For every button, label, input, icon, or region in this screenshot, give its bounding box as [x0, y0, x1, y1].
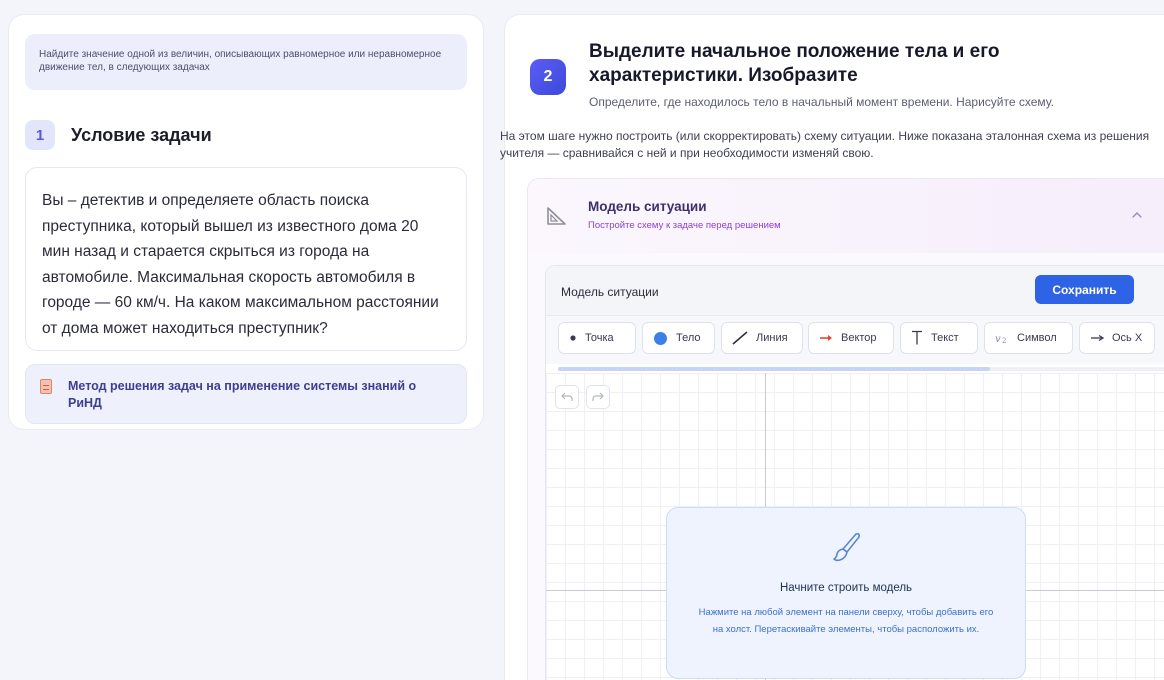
task-panel: Найдите значение одной из величин, описы… — [8, 14, 484, 430]
vector-arrow-icon — [819, 334, 833, 342]
brush-icon — [833, 533, 860, 562]
tool-line-label: Линия — [756, 332, 788, 344]
method-link[interactable]: Метод решения задач на применение систем… — [25, 364, 467, 424]
svg-text:2: 2 — [1002, 337, 1006, 344]
undo-icon — [561, 392, 573, 401]
circle-body-icon — [653, 331, 668, 346]
tool-axis-x[interactable]: Ось X — [1079, 322, 1155, 354]
situation-model-card: Модель ситуации Постройте схему к задаче… — [527, 178, 1164, 680]
situation-model-title: Модель ситуации — [588, 199, 707, 214]
model-editor: Модель ситуации Сохранить Точка Тело Лин… — [545, 265, 1164, 680]
problem-text: Вы – детектив и определяете область поис… — [25, 167, 467, 351]
tool-symbol[interactable]: v2 Символ — [984, 322, 1073, 354]
tool-palette: Точка Тело Линия Вектор Текст v 2 Символ… — [546, 316, 1164, 364]
tool-vector-label: Вектор — [841, 332, 877, 344]
tool-vector[interactable]: Вектор — [808, 322, 894, 354]
situation-model-subtitle: Постройте схему к задаче перед решением — [588, 220, 781, 231]
step-1-title: Условие задачи — [71, 124, 212, 145]
step-1-number: 1 — [25, 120, 55, 150]
step-2-description: На этом шаге нужно построить (или скорре… — [500, 129, 1150, 160]
step-1-header: 1 Условие задачи — [25, 120, 212, 150]
tool-line[interactable]: Линия — [721, 322, 803, 354]
tool-symbol-label: Символ — [1017, 332, 1057, 344]
editor-title: Модель ситуации — [561, 285, 659, 299]
tool-point[interactable]: Точка — [558, 322, 636, 354]
svg-text:v: v — [995, 334, 1001, 344]
clipboard-icon — [40, 379, 52, 394]
chevron-up-icon[interactable] — [1131, 209, 1143, 221]
situation-model-header[interactable]: Модель ситуации Постройте схему к задаче… — [528, 179, 1164, 253]
toolbar-scrollbar[interactable] — [558, 367, 1164, 371]
symbol-icon: v2 — [995, 332, 1009, 344]
redo-button[interactable] — [586, 385, 610, 409]
step-panel: 2 Выделите начальное положение тела и ег… — [500, 14, 1164, 680]
save-button[interactable]: Сохранить — [1035, 275, 1134, 304]
redo-icon — [592, 392, 604, 401]
axis-arrow-icon — [1090, 334, 1104, 342]
step-2-subtitle: Определите, где находилось тело в началь… — [589, 95, 1054, 109]
undo-button[interactable] — [555, 385, 579, 409]
step-2-title: Выделите начальное положение тела и его … — [589, 41, 1000, 86]
text-cursor-icon — [911, 330, 923, 346]
tool-body[interactable]: Тело — [642, 322, 715, 354]
tool-body-label: Тело — [676, 332, 701, 344]
tool-point-label: Точка — [585, 332, 614, 344]
method-link-label: Метод решения задач на применение систем… — [68, 379, 417, 410]
empty-canvas-text: Нажмите на любой элемент на панели сверх… — [698, 607, 994, 635]
drawing-canvas[interactable]: Начните строить модель Нажмите на любой … — [546, 373, 1164, 680]
tool-text[interactable]: Текст — [900, 322, 978, 354]
tool-text-label: Текст — [931, 332, 959, 344]
step-2-number: 2 — [530, 59, 566, 95]
line-icon — [732, 331, 748, 345]
dot-icon — [569, 334, 577, 342]
task-type-banner: Найдите значение одной из величин, описы… — [25, 34, 467, 90]
toolbar-scroll-thumb[interactable] — [558, 367, 990, 371]
triangle-ruler-icon — [547, 207, 566, 225]
empty-canvas-hint: Начните строить модель Нажмите на любой … — [666, 507, 1026, 679]
editor-header: Модель ситуации Сохранить — [546, 266, 1164, 316]
tool-axis-x-label: Ось X — [1112, 332, 1143, 344]
empty-canvas-title: Начните строить модель — [779, 582, 913, 594]
